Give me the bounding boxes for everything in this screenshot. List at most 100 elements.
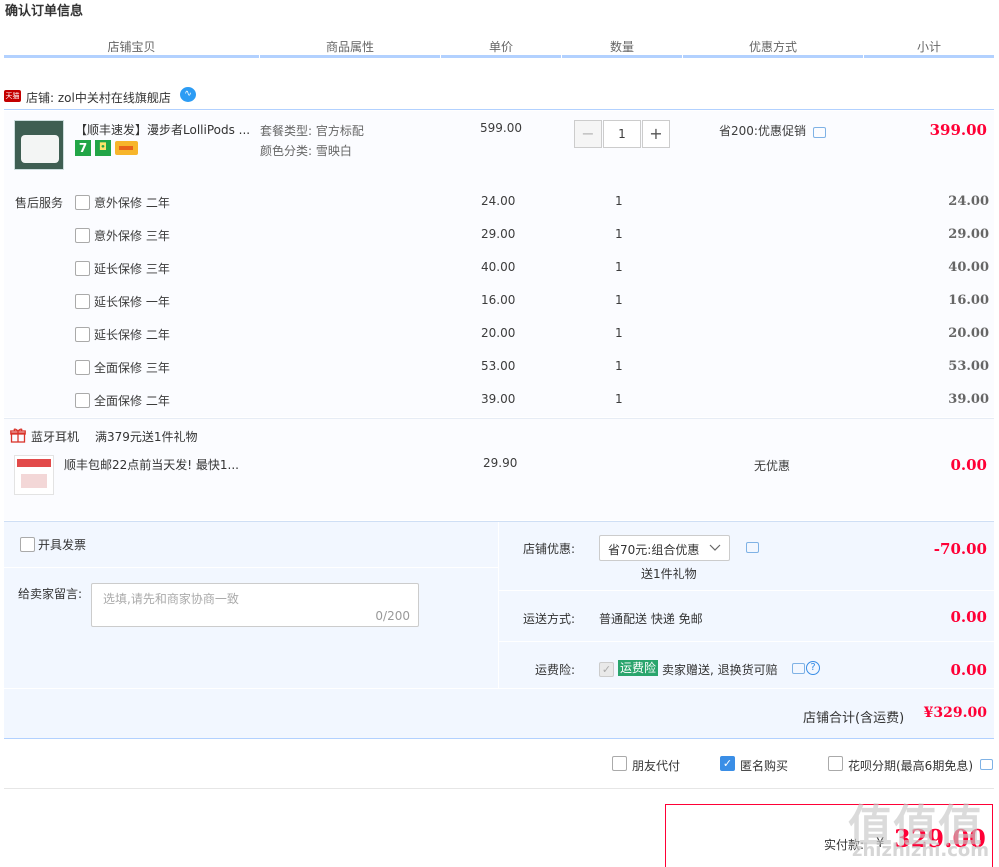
col-underline <box>4 55 259 58</box>
service-qty: 1 <box>615 194 623 208</box>
promo-info-icon[interactable] <box>813 127 826 138</box>
service-qty: 1 <box>615 227 623 241</box>
gift-title[interactable]: 顺丰包邮22点前当天发! 最快1... <box>64 456 239 473</box>
service-price: 53.00 <box>481 359 516 373</box>
gift-promo: 无优惠 <box>754 459 791 473</box>
huabei-info-icon[interactable] <box>980 759 993 770</box>
memo-placeholder: 选填,请先和商家协商一致 <box>103 592 239 606</box>
shipping-amount: 0.00 <box>950 608 987 626</box>
service-checkbox[interactable] <box>75 294 90 309</box>
freight-insurance-label: 运费险: <box>535 663 576 677</box>
page-title: 确认订单信息 <box>5 4 84 19</box>
shipping-label: 运送方式: <box>523 612 576 626</box>
service-subtotal: 40.00 <box>948 260 989 275</box>
tmall-badge: 天猫 <box>4 90 21 102</box>
product-attr-color: 颜色分类: 雪映白 <box>260 144 352 158</box>
memo-textarea[interactable]: 选填,请先和商家协商一致 0/200 <box>91 583 419 627</box>
friend-pay-checkbox[interactable] <box>612 756 627 771</box>
col-underline <box>683 55 863 58</box>
service-qty: 1 <box>615 392 623 406</box>
shop-total-amount: ¥329.00 <box>923 705 987 721</box>
chevron-down-icon <box>709 542 721 556</box>
service-checkbox[interactable] <box>75 195 90 210</box>
insurance-info-icon[interactable] <box>792 663 805 674</box>
service-qty: 1 <box>615 326 623 340</box>
gift-rule: 满379元送1件礼物 <box>95 430 198 444</box>
service-checkbox[interactable] <box>75 360 90 375</box>
gift-thumbnail[interactable] <box>14 455 54 495</box>
shop-discount-selected: 省70元:组合优惠 <box>608 543 700 557</box>
invoice-checkbox[interactable] <box>20 537 35 552</box>
panel-divider <box>498 522 499 688</box>
anonymous-checkbox[interactable]: ✓ <box>720 756 735 771</box>
shop-total-label: 店铺合计(含运费) <box>803 711 905 726</box>
service-price: 20.00 <box>481 326 516 340</box>
memo-label: 给卖家留言: <box>18 587 83 601</box>
service-qty: 1 <box>615 260 623 274</box>
shipping-value: 普通配送 快递 免邮 <box>599 612 703 626</box>
freight-insurance-amount: 0.00 <box>950 661 987 679</box>
service-qty: 1 <box>615 293 623 307</box>
service-name: 意外保修 二年 <box>94 196 170 210</box>
product-title[interactable]: 【顺丰速发】漫步者LolliPods ... <box>75 121 250 138</box>
service-subtotal: 24.00 <box>948 194 989 209</box>
qty-input[interactable]: 1 <box>603 120 641 148</box>
col-underline <box>864 55 994 58</box>
service-label: 售后服务 <box>15 196 64 210</box>
service-price: 24.00 <box>481 194 516 208</box>
panel-divider <box>499 590 994 591</box>
huabei-label: 花呗分期(最高6期免息) <box>848 759 973 773</box>
service-subtotal: 53.00 <box>948 359 989 374</box>
gift-icon <box>10 428 26 443</box>
service-subtotal: 20.00 <box>948 326 989 341</box>
discount-info-icon[interactable] <box>746 542 759 553</box>
qty-minus-button[interactable]: − <box>574 120 602 148</box>
shop-discount-amount: -70.00 <box>933 540 987 558</box>
friend-pay-label: 朋友代付 <box>632 759 681 773</box>
seven-day-return-icon: 7 <box>75 140 91 156</box>
panel-divider <box>4 567 498 568</box>
service-name: 意外保修 三年 <box>94 229 170 243</box>
product-subtotal: 399.00 <box>929 121 987 139</box>
freight-insurance-checkbox[interactable]: ✓ <box>599 662 614 677</box>
freight-insurance-text: 卖家赠送, 退换货可赔 <box>662 663 778 677</box>
shop-discount-select[interactable]: 省70元:组合优惠 <box>599 535 730 561</box>
service-checkbox[interactable] <box>75 228 90 243</box>
freight-insurance-tag: 运费险 <box>618 660 659 676</box>
service-name: 全面保修 二年 <box>94 394 170 408</box>
shop-name[interactable]: 店铺: zol中关村在线旗舰店 <box>26 89 171 106</box>
service-name: 延长保修 三年 <box>94 262 170 276</box>
card-pay-icon <box>115 141 138 155</box>
qty-plus-button[interactable]: + <box>642 120 670 148</box>
gift-category: 蓝牙耳机 <box>31 430 80 444</box>
shop-discount-label: 店铺优惠: <box>523 542 576 556</box>
anonymous-label: 匿名购买 <box>740 759 789 773</box>
service-name: 延长保修 一年 <box>94 295 170 309</box>
help-icon[interactable]: ? <box>806 661 820 675</box>
service-subtotal: 29.00 <box>948 227 989 242</box>
service-name: 全面保修 三年 <box>94 361 170 375</box>
service-checkbox[interactable] <box>75 393 90 408</box>
service-checkbox[interactable] <box>75 327 90 342</box>
service-subtotal: 16.00 <box>948 293 989 308</box>
service-checkbox[interactable] <box>75 261 90 276</box>
gift-subtotal: 0.00 <box>950 456 987 474</box>
gift-price: 29.90 <box>483 456 518 470</box>
service-price: 39.00 <box>481 392 516 406</box>
col-underline <box>441 55 561 58</box>
warranty-icon: ◘ <box>95 140 111 156</box>
chat-icon[interactable]: ∿ <box>180 87 196 102</box>
service-price: 40.00 <box>481 260 516 274</box>
product-promo: 省200:优惠促销 <box>719 124 806 138</box>
watermark-site: zhizhizhi.com <box>852 840 990 861</box>
service-qty: 1 <box>615 359 623 373</box>
col-underline <box>562 55 682 58</box>
service-subtotal: 39.00 <box>948 392 989 407</box>
divider <box>4 788 994 789</box>
product-attr-package: 套餐类型: 官方标配 <box>260 124 364 138</box>
huabei-checkbox[interactable] <box>828 756 843 771</box>
product-thumbnail[interactable] <box>14 120 64 170</box>
invoice-label: 开具发票 <box>38 538 87 552</box>
product-price: 599.00 <box>480 121 522 135</box>
memo-counter: 0/200 <box>375 609 410 623</box>
